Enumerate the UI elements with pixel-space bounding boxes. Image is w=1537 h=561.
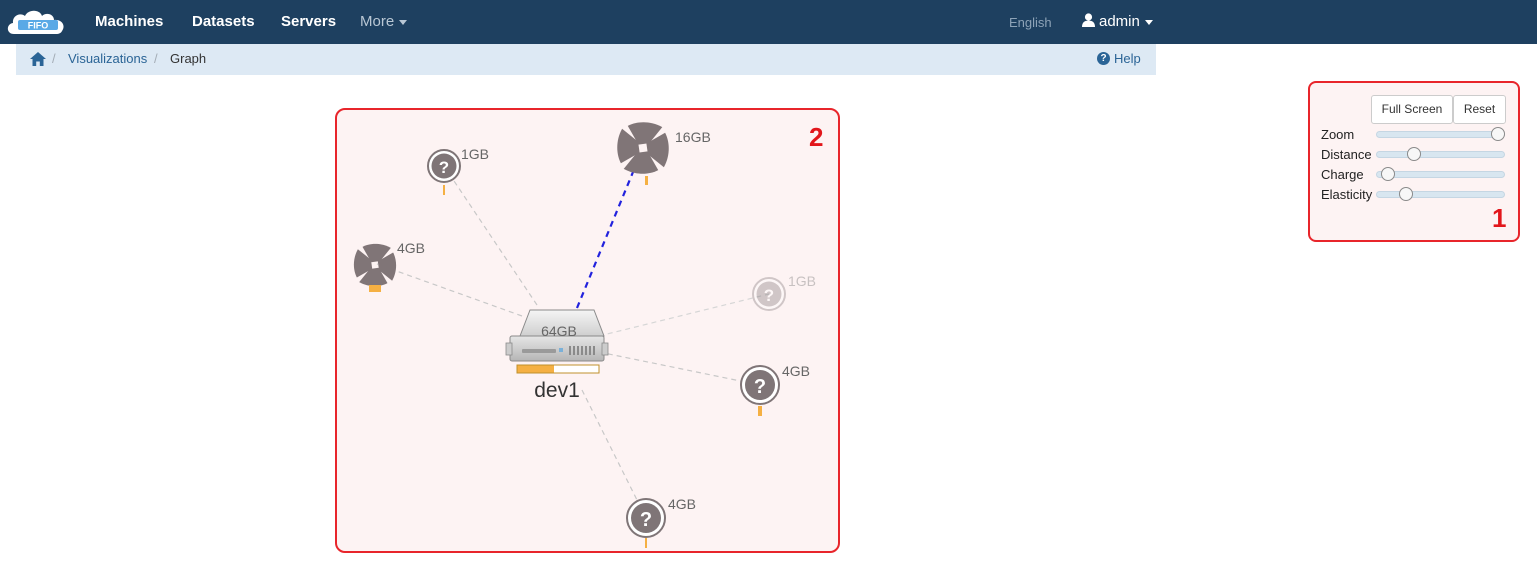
- graph-node-unknown[interactable]: ? 4GB: [740, 363, 810, 416]
- graph-node-server[interactable]: 64GB dev1: [505, 309, 609, 402]
- server-name-label: dev1: [534, 379, 580, 402]
- svg-text:?: ?: [754, 376, 766, 398]
- distance-slider[interactable]: [1376, 147, 1505, 161]
- graph-node-dataset[interactable]: 4GB: [351, 240, 425, 292]
- node-size-label: 4GB: [782, 363, 810, 379]
- svg-text:?: ?: [640, 509, 652, 531]
- graph-node-unknown[interactable]: ? 4GB: [626, 496, 696, 548]
- graph-panel: ? 1GB 16GB 4GB ? 1GB ? 4GB ? 4GB 64GB de…: [335, 108, 840, 553]
- graph-canvas[interactable]: ? 1GB 16GB 4GB ? 1GB ? 4GB ? 4GB 64GB de…: [337, 110, 838, 551]
- graph-link: [598, 293, 770, 337]
- nav-more-dropdown[interactable]: More: [360, 0, 408, 44]
- zoom-label: Zoom: [1321, 127, 1355, 142]
- nav-datasets[interactable]: Datasets: [192, 0, 255, 44]
- charge-label: Charge: [1321, 167, 1364, 182]
- user-name: admin: [1099, 13, 1140, 30]
- fifo-logo[interactable]: FIFO: [4, 6, 72, 38]
- charge-slider-handle[interactable]: [1381, 167, 1396, 181]
- graph-link: [598, 351, 761, 386]
- language-selector[interactable]: English: [1009, 0, 1052, 44]
- breadcrumb-separator: /: [52, 51, 56, 66]
- graph-controls-panel: Full Screen Reset Zoom Distance Charge E…: [1308, 81, 1520, 242]
- annotation-marker-1: 1: [1492, 203, 1507, 233]
- graph-node-dataset[interactable]: 16GB: [614, 119, 711, 185]
- elasticity-slider-handle[interactable]: [1399, 187, 1414, 201]
- node-size-label: 4GB: [668, 496, 696, 512]
- zoom-slider-handle[interactable]: [1490, 127, 1505, 141]
- graph-link: [376, 263, 523, 317]
- user-icon: [1082, 13, 1095, 28]
- chevron-down-icon: [399, 19, 408, 25]
- help-icon[interactable]: ?: [1097, 52, 1110, 65]
- svg-text:FIFO: FIFO: [28, 21, 49, 31]
- user-menu[interactable]: admin: [1082, 0, 1153, 44]
- node-size-label: 1GB: [788, 273, 816, 289]
- graph-link: [581, 389, 647, 519]
- distance-slider-handle[interactable]: [1406, 147, 1421, 161]
- home-icon[interactable]: [30, 52, 46, 66]
- graph-link: [443, 165, 538, 306]
- graph-node-unknown[interactable]: ? 1GB: [427, 146, 489, 195]
- node-size-label: 4GB: [397, 240, 425, 256]
- graph-link-active: [575, 154, 642, 309]
- nav-machines[interactable]: Machines: [95, 0, 163, 44]
- node-size-label: 16GB: [675, 129, 711, 145]
- breadcrumb-separator: /: [154, 51, 158, 66]
- elasticity-label: Elasticity: [1321, 187, 1373, 202]
- breadcrumb-visualizations[interactable]: Visualizations: [68, 51, 147, 66]
- annotation-marker-2: 2: [809, 122, 824, 152]
- nav-more-label: More: [360, 13, 395, 30]
- reset-button[interactable]: Reset: [1453, 95, 1506, 124]
- distance-label: Distance: [1321, 147, 1372, 162]
- graph-node-unknown[interactable]: ? 1GB: [752, 273, 816, 311]
- help-link[interactable]: Help: [1114, 51, 1141, 66]
- server-usage-bar: [517, 365, 554, 373]
- navbar: FIFO Machines Datasets Servers More Engl…: [0, 0, 1537, 44]
- chevron-down-icon: [1144, 19, 1153, 25]
- charge-slider[interactable]: [1376, 167, 1505, 181]
- breadcrumb: / Visualizations / Graph ? Help: [16, 44, 1156, 75]
- svg-text:?: ?: [764, 286, 774, 305]
- elasticity-slider[interactable]: [1376, 187, 1505, 201]
- svg-text:?: ?: [439, 158, 449, 177]
- nav-servers[interactable]: Servers: [281, 0, 336, 44]
- zoom-slider[interactable]: [1376, 127, 1505, 141]
- node-size-label: 1GB: [461, 146, 489, 162]
- fullscreen-button[interactable]: Full Screen: [1371, 95, 1453, 124]
- breadcrumb-graph: Graph: [170, 51, 207, 66]
- server-size-label: 64GB: [541, 323, 577, 339]
